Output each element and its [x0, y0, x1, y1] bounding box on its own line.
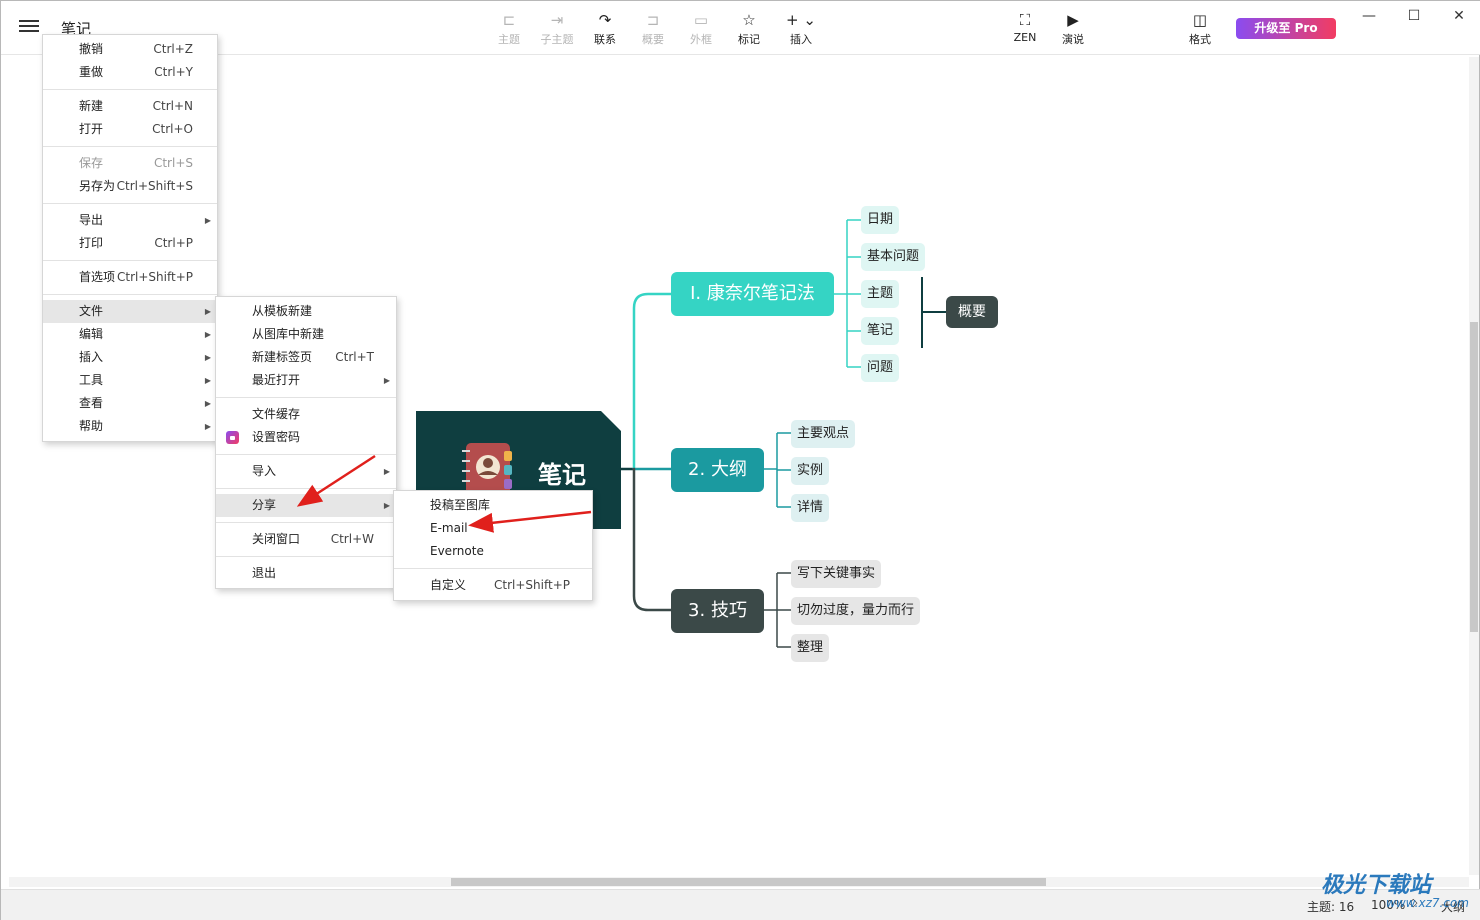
annotation-arrows: [296, 454, 592, 533]
vertical-scroll-thumb[interactable]: [1470, 322, 1478, 632]
app-window: 笔记 ⊏ 主题 ⇥ 子主题 ↷ 联系 ⊐ 概要 ▭ 外框 ☆ 标记 + ⌄ 插入 ⛶ ZEN ▶…: [0, 0, 1480, 920]
vertical-scrollbar[interactable]: [1469, 57, 1479, 875]
horizontal-scroll-thumb[interactable]: [451, 878, 1046, 886]
annotation-arrow-email: [468, 510, 592, 533]
annotation-arrow-share: [296, 454, 376, 507]
topic-count: 主题: 16: [1307, 900, 1355, 914]
horizontal-scrollbar[interactable]: [9, 877, 1469, 887]
status-bar: 主题: 16 100% ◇ 大纲: [1, 889, 1480, 920]
watermark-url: www.xz7.com: [1386, 896, 1469, 910]
watermark-logo: 极光下载站: [1321, 873, 1432, 898]
